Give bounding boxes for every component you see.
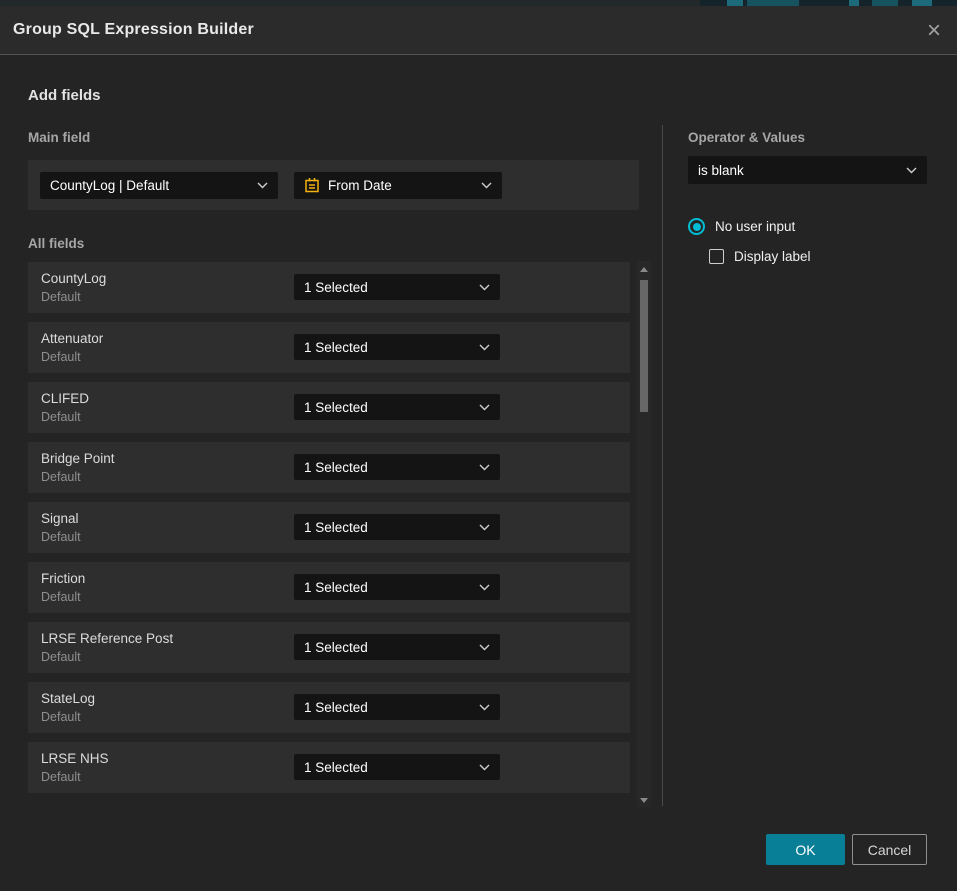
field-name: LRSE Reference Post	[41, 631, 173, 646]
chevron-down-icon	[479, 524, 490, 531]
chevron-down-icon	[479, 404, 490, 411]
field-row-lrse-reference-post: LRSE Reference Post Default 1 Selected	[28, 622, 630, 673]
chevron-down-icon	[479, 644, 490, 651]
field-selection-value: 1 Selected	[304, 760, 368, 775]
field-selection-value: 1 Selected	[304, 700, 368, 715]
layer-select-value: CountyLog | Default	[50, 178, 169, 193]
field-name: LRSE NHS	[41, 751, 109, 766]
checkbox-unchecked-icon	[709, 249, 724, 264]
operator-select-value: is blank	[698, 163, 744, 178]
radio-selected-icon	[688, 218, 705, 235]
checkbox-label: Display label	[734, 249, 811, 264]
field-selection-dropdown[interactable]: 1 Selected	[294, 334, 500, 360]
field-selection-value: 1 Selected	[304, 580, 368, 595]
field-row-attenuator: Attenuator Default 1 Selected	[28, 322, 630, 373]
field-sublabel: Default	[41, 530, 81, 544]
field-sublabel: Default	[41, 590, 81, 604]
chevron-down-icon	[479, 584, 490, 591]
field-row-signal: Signal Default 1 Selected	[28, 502, 630, 553]
scrollbar-thumb[interactable]	[640, 280, 648, 412]
main-field-panel: CountyLog | Default From Date	[28, 160, 639, 210]
field-selection-value: 1 Selected	[304, 520, 368, 535]
calendar-icon	[304, 177, 320, 193]
ok-button[interactable]: OK	[766, 834, 845, 865]
no-user-input-radio[interactable]: No user input	[688, 218, 795, 235]
all-fields-label: All fields	[28, 236, 84, 251]
field-name: CountyLog	[41, 271, 106, 286]
field-select-value: From Date	[328, 178, 392, 193]
field-sublabel: Default	[41, 650, 81, 664]
field-row-friction: Friction Default 1 Selected	[28, 562, 630, 613]
field-name: Bridge Point	[41, 451, 115, 466]
field-sublabel: Default	[41, 470, 81, 484]
chevron-down-icon	[257, 182, 268, 189]
field-selection-value: 1 Selected	[304, 460, 368, 475]
field-selection-dropdown[interactable]: 1 Selected	[294, 754, 500, 780]
scroll-up-arrow-icon[interactable]	[640, 267, 648, 272]
field-selection-value: 1 Selected	[304, 340, 368, 355]
layer-select[interactable]: CountyLog | Default	[40, 172, 278, 199]
field-row-clifed: CLIFED Default 1 Selected	[28, 382, 630, 433]
scroll-down-arrow-icon[interactable]	[640, 798, 648, 803]
chevron-down-icon	[479, 704, 490, 711]
list-scrollbar[interactable]	[637, 261, 651, 807]
panel-divider	[662, 125, 663, 806]
chevron-down-icon	[481, 182, 492, 189]
close-icon[interactable]: ×	[927, 6, 941, 55]
field-selection-dropdown[interactable]: 1 Selected	[294, 634, 500, 660]
add-fields-heading: Add fields	[28, 87, 101, 104]
chevron-down-icon	[479, 464, 490, 471]
all-fields-list: CountyLog Default 1 Selected Attenuator …	[28, 262, 630, 802]
group-sql-expression-builder-dialog: Group SQL Expression Builder × Add field…	[0, 6, 957, 891]
field-sublabel: Default	[41, 410, 81, 424]
field-selection-dropdown[interactable]: 1 Selected	[294, 274, 500, 300]
field-selection-value: 1 Selected	[304, 640, 368, 655]
field-selection-value: 1 Selected	[304, 400, 368, 415]
field-sublabel: Default	[41, 350, 81, 364]
field-name: Signal	[41, 511, 79, 526]
field-name: Friction	[41, 571, 85, 586]
chevron-down-icon	[479, 284, 490, 291]
field-row-lrse-nhs: LRSE NHS Default 1 Selected	[28, 742, 630, 793]
display-label-checkbox[interactable]: Display label	[709, 249, 811, 264]
operator-values-label: Operator & Values	[688, 130, 805, 145]
field-row-statelog: StateLog Default 1 Selected	[28, 682, 630, 733]
field-name: StateLog	[41, 691, 95, 706]
field-row-countylog: CountyLog Default 1 Selected	[28, 262, 630, 313]
dialog-titlebar: Group SQL Expression Builder ×	[0, 6, 957, 55]
field-row-bridge-point: Bridge Point Default 1 Selected	[28, 442, 630, 493]
dialog-title: Group SQL Expression Builder	[13, 21, 254, 39]
field-name: CLIFED	[41, 391, 89, 406]
field-sublabel: Default	[41, 770, 81, 784]
main-field-label: Main field	[28, 130, 90, 145]
field-selection-dropdown[interactable]: 1 Selected	[294, 394, 500, 420]
field-selection-dropdown[interactable]: 1 Selected	[294, 514, 500, 540]
operator-select[interactable]: is blank	[688, 156, 927, 184]
chevron-down-icon	[906, 167, 917, 174]
field-sublabel: Default	[41, 290, 81, 304]
field-selection-dropdown[interactable]: 1 Selected	[294, 574, 500, 600]
chevron-down-icon	[479, 344, 490, 351]
field-name: Attenuator	[41, 331, 103, 346]
field-sublabel: Default	[41, 710, 81, 724]
cancel-button[interactable]: Cancel	[852, 834, 927, 865]
field-selection-dropdown[interactable]: 1 Selected	[294, 454, 500, 480]
chevron-down-icon	[479, 764, 490, 771]
field-selection-value: 1 Selected	[304, 280, 368, 295]
field-selection-dropdown[interactable]: 1 Selected	[294, 694, 500, 720]
radio-label: No user input	[715, 219, 795, 234]
field-select[interactable]: From Date	[294, 172, 502, 199]
